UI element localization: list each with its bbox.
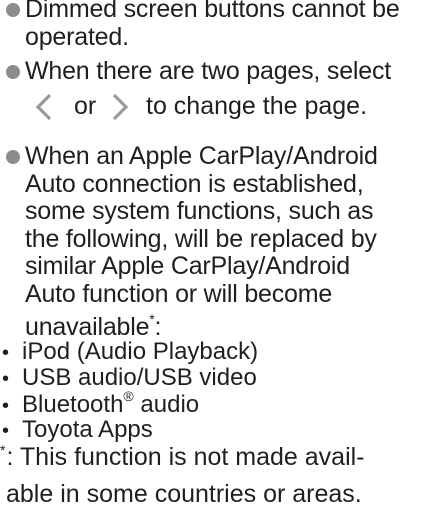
list-item-text: iPod (Audio Playback) <box>22 338 259 365</box>
unavailable-text: unavailable <box>25 313 150 341</box>
text-line: operated. <box>25 22 129 51</box>
footnote: *: This function is not made avail- able… <box>0 440 434 511</box>
colon-text: : <box>154 313 162 341</box>
bullet-dot <box>6 3 20 17</box>
footnote-ref: * <box>149 310 155 327</box>
bullet-dot <box>6 150 20 164</box>
list-bullet: • <box>2 342 10 364</box>
list-item-text: Toyota Apps <box>22 416 153 443</box>
footnote-line: able in some countries or areas. <box>6 480 362 508</box>
footnote-line: *: This function is not made avail- <box>0 440 434 477</box>
page-nav-instruction: or to change the page. <box>0 89 434 123</box>
text-line: Dimmed screen buttons cannot be <box>25 0 400 23</box>
chevron-left-icon[interactable] <box>30 92 58 122</box>
list-item-text: Bluetooth <box>22 391 124 418</box>
bullet-dimmed-buttons: Dimmed screen buttons cannot be operated… <box>6 0 432 51</box>
chevron-right-icon[interactable] <box>106 92 134 122</box>
list-item-text: USB audio/USB video <box>22 364 257 391</box>
registered-mark: ® <box>123 388 134 404</box>
text-line: When an Apple CarPlay/Android <box>25 142 378 170</box>
bullet-text: When there are two pages, select <box>25 57 432 86</box>
text-line: the following, will be replaced by <box>25 224 377 253</box>
bullet-two-pages: When there are two pages, select <box>6 57 432 86</box>
or-text: or <box>74 92 97 120</box>
bullet-carplay-android: When an Apple CarPlay/Android Auto conne… <box>6 142 432 342</box>
list-item: • Bluetooth® audio <box>0 389 200 418</box>
text-line: similar Apple CarPlay/Android <box>25 252 350 280</box>
manual-page: Dimmed screen buttons cannot be operated… <box>0 0 434 526</box>
change-page-text: to change the page. <box>146 92 368 120</box>
list-item: • iPod (Audio Playback) <box>0 340 258 365</box>
text-line: When there are two pages, select <box>25 57 392 85</box>
list-bullet: • <box>2 368 10 390</box>
text-line: Auto connection is established, <box>25 169 364 198</box>
bullet-dot <box>6 65 20 79</box>
list-item-text-after: audio <box>133 391 200 418</box>
bullet-text: When an Apple CarPlay/Android Auto conne… <box>25 142 432 342</box>
footnote-mark: * <box>0 442 6 458</box>
text-line: some system functions, such as <box>25 197 374 225</box>
bullet-text: Dimmed screen buttons cannot be operated… <box>25 0 432 51</box>
list-bullet: • <box>2 395 10 417</box>
text-line: Auto function or will become <box>25 279 333 308</box>
footnote-text: : This function is not made avail- <box>6 443 365 471</box>
